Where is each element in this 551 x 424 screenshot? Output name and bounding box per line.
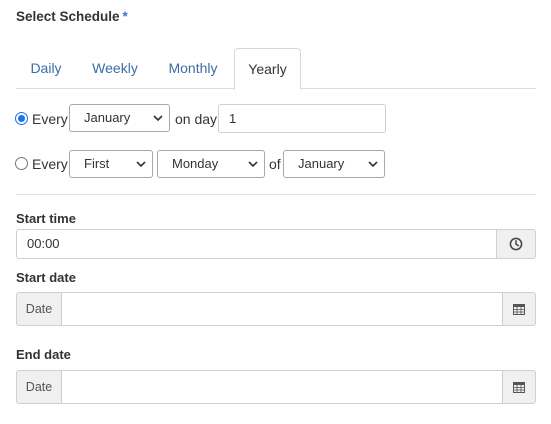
chevron-down-icon: [136, 161, 146, 168]
required-marker: *: [122, 9, 128, 24]
clock-icon: [509, 237, 523, 251]
end-date-addon: Date: [16, 370, 62, 404]
month-select[interactable]: January: [69, 104, 170, 132]
tab-monthly[interactable]: Monthly: [158, 48, 228, 88]
start-date-calendar-button[interactable]: [502, 292, 536, 326]
tab-weekly[interactable]: Weekly: [82, 48, 148, 88]
start-date-input[interactable]: [61, 292, 503, 326]
section-divider: [16, 194, 536, 195]
month-select-value: January: [84, 110, 131, 125]
month-select-2-value: January: [298, 156, 345, 171]
start-date-addon: Date: [16, 292, 62, 326]
start-time-button[interactable]: [496, 229, 536, 259]
every-ordinal-weekday-radio[interactable]: [15, 157, 28, 170]
of-label: of: [269, 156, 281, 172]
chevron-down-icon: [248, 161, 258, 168]
chevron-down-icon: [368, 161, 378, 168]
ordinal-select[interactable]: First: [69, 150, 153, 178]
tab-daily[interactable]: Daily: [16, 48, 76, 88]
every-month-day-radio[interactable]: [15, 112, 28, 125]
weekday-select-value: Monday: [172, 156, 219, 171]
chevron-down-icon: [153, 115, 163, 122]
end-date-label: End date: [16, 347, 71, 362]
start-time-input[interactable]: 00:00: [16, 229, 497, 259]
start-date-label: Start date: [16, 270, 76, 285]
weekday-select[interactable]: Monday: [157, 150, 265, 178]
calendar-icon: [513, 304, 525, 315]
day-input[interactable]: 1: [218, 104, 386, 133]
end-date-calendar-button[interactable]: [502, 370, 536, 404]
month-select-2[interactable]: January: [283, 150, 385, 178]
end-date-input[interactable]: [61, 370, 503, 404]
on-day-label: on day: [175, 111, 218, 127]
calendar-icon: [513, 382, 525, 393]
start-time-label: Start time: [16, 211, 76, 226]
heading-title: Select Schedule: [16, 9, 120, 24]
every-label-2: Every: [32, 156, 68, 172]
select-schedule-heading: Select Schedule *: [16, 9, 128, 24]
tab-yearly[interactable]: Yearly: [234, 48, 301, 90]
every-label: Every: [32, 111, 68, 127]
ordinal-select-value: First: [84, 156, 110, 171]
